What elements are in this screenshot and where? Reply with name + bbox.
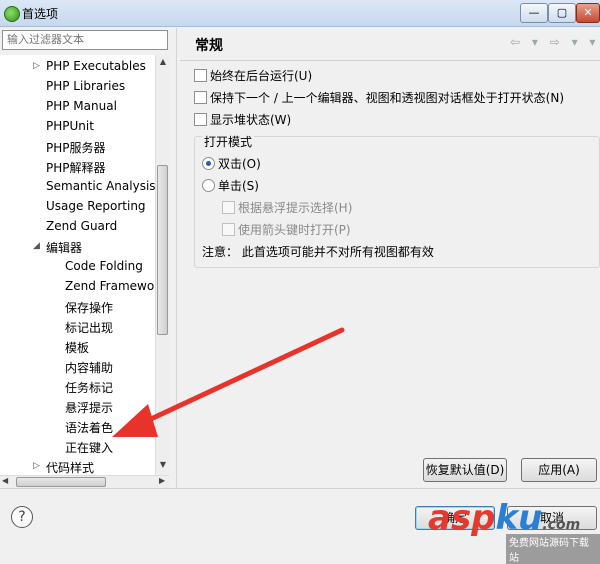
preference-page: 常规 ⇦ ▾ ⇨ ▾ ▾ 始终在后台运行(U) 保持下一个 / 上一个编辑器、视…	[180, 28, 600, 488]
tree-item-php-manual[interactable]: PHP Manual	[46, 99, 117, 113]
hover-select-label: 根据悬浮提示选择(H)	[238, 201, 353, 215]
navigation-arrows-icon[interactable]: ⇦ ▾ ⇨ ▾ ▾	[510, 35, 599, 49]
single-click-radio[interactable]	[202, 179, 215, 192]
page-title: 常规	[195, 38, 223, 54]
tree-item-code-style[interactable]: 代码样式	[46, 459, 94, 475]
tree-item-content-assist[interactable]: 内容辅助	[65, 359, 113, 376]
double-click-label: 双击(O)	[218, 157, 261, 171]
watermark-subtitle: 免费网站源码下载站	[506, 534, 600, 564]
preferences-tree: ▷ PHP Executables PHP Libraries PHP Manu…	[0, 55, 155, 475]
double-click-radio[interactable]	[202, 157, 215, 170]
title-bar[interactable]: 首选项 — ▢ ✕	[0, 0, 600, 27]
tree-item-zend-guard[interactable]: Zend Guard	[46, 219, 117, 233]
app-icon	[4, 6, 20, 22]
run-in-background-checkbox[interactable]	[194, 69, 207, 82]
arrow-open-label: 使用箭头键时打开(P)	[238, 223, 351, 237]
watermark-red: asp	[428, 498, 496, 538]
single-click-label: 单击(S)	[218, 179, 259, 193]
tree-item-hovers[interactable]: 悬浮提示	[65, 399, 113, 416]
tree-item-php-libraries[interactable]: PHP Libraries	[46, 79, 125, 93]
tree-item-phpunit[interactable]: PHPUnit	[46, 119, 94, 133]
expand-arrow-icon[interactable]: ▷	[33, 61, 40, 71]
scroll-up-icon[interactable]: ▲	[156, 55, 170, 69]
open-mode-title: 打开模式	[202, 133, 255, 150]
show-heap-status-checkbox[interactable]	[194, 113, 207, 126]
watermark-blue: ku	[495, 498, 543, 538]
restore-defaults-button[interactable]: 恢复默认值(D)	[423, 458, 507, 482]
keep-switcher-open-checkbox[interactable]	[194, 91, 207, 104]
note-text: 注意： 此首选项可能并不对所有视图都有效	[202, 245, 434, 259]
tree-item-zend-framework[interactable]: Zend Framewo	[65, 279, 154, 293]
tree-item-typing[interactable]: 正在键入	[65, 439, 113, 456]
collapse-arrow-icon[interactable]: ◢	[33, 241, 40, 251]
tree-item-task-tags[interactable]: 任务标记	[65, 379, 113, 396]
tree-item-syntax-coloring[interactable]: 语法着色	[65, 419, 113, 436]
tree-item-php-server[interactable]: PHP服务器	[46, 139, 106, 156]
watermark-text: aspku.com	[428, 498, 580, 538]
scroll-down-icon[interactable]: ▼	[156, 458, 170, 472]
help-icon[interactable]: ?	[11, 506, 33, 528]
header-divider	[180, 60, 600, 61]
keep-switcher-open-label: 保持下一个 / 上一个编辑器、视图和透视图对话框处于打开状态(N)	[210, 91, 565, 105]
show-heap-status-label: 显示堆状态(W)	[210, 113, 292, 127]
window-title: 首选项	[22, 7, 59, 21]
tree-item-save-actions[interactable]: 保存操作	[65, 299, 113, 316]
tree-item-mark-occurrences[interactable]: 标记出现	[65, 319, 113, 336]
apply-button[interactable]: 应用(A)	[521, 458, 597, 482]
watermark-logo: aspku.com 免费网站源码下载站	[428, 498, 600, 564]
close-button[interactable]: ✕	[576, 3, 600, 23]
watermark-suffix: .com	[542, 517, 581, 533]
tree-item-semantic-analysis[interactable]: Semantic Analysis	[46, 179, 155, 193]
minimize-button[interactable]: —	[520, 3, 548, 23]
tree-item-php-executables[interactable]: PHP Executables	[46, 59, 146, 73]
maximize-button[interactable]: ▢	[548, 3, 576, 23]
scrollbar-thumb[interactable]	[16, 477, 106, 487]
tree-item-templates[interactable]: 模板	[65, 339, 89, 356]
expand-arrow-icon[interactable]: ▷	[33, 461, 40, 471]
tree-item-editor[interactable]: 编辑器	[46, 239, 82, 256]
tree-vertical-scrollbar[interactable]: ▲ ▼	[155, 55, 170, 475]
run-in-background-label: 始终在后台运行(U)	[210, 69, 313, 83]
tree-item-php-interpreter[interactable]: PHP解释器	[46, 159, 106, 176]
tree-horizontal-scrollbar[interactable]: ◀ ▶	[0, 475, 169, 489]
tree-item-usage-reporting[interactable]: Usage Reporting	[46, 199, 146, 213]
tree-item-code-folding[interactable]: Code Folding	[65, 259, 143, 273]
scroll-left-icon[interactable]: ◀	[2, 476, 8, 485]
arrow-open-checkbox[interactable]	[222, 223, 235, 236]
scroll-right-icon[interactable]: ▶	[159, 476, 165, 485]
filter-input[interactable]	[2, 30, 168, 50]
footer-divider	[0, 488, 600, 489]
hover-select-checkbox[interactable]	[222, 201, 235, 214]
scrollbar-thumb[interactable]	[157, 165, 168, 335]
